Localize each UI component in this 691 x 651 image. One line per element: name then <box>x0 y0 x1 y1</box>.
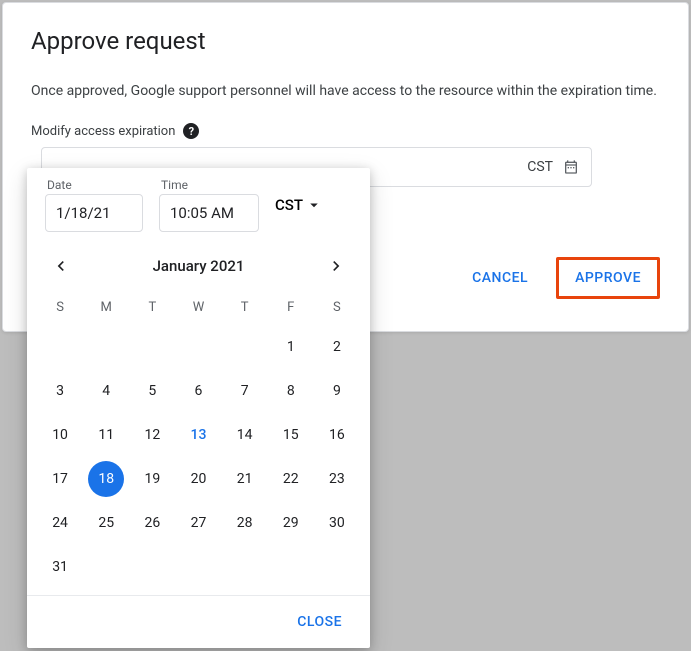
calendar-day[interactable]: 11 <box>83 417 129 453</box>
calendar-day[interactable]: 15 <box>268 417 314 453</box>
calendar-day[interactable]: 30 <box>314 505 360 541</box>
calendar-day[interactable]: 14 <box>222 417 268 453</box>
calendar-day[interactable]: 13 <box>175 417 221 453</box>
chevron-left-icon <box>51 256 71 276</box>
calendar-day[interactable]: 18 <box>88 461 124 497</box>
modal-title: Approve request <box>31 27 660 55</box>
time-input-group: Time <box>159 178 259 232</box>
weekday-header: T <box>222 294 268 321</box>
expiration-label-row: Modify access expiration ? <box>31 123 660 139</box>
date-input-group: Date <box>45 178 143 232</box>
calendar-grid: SMTWTFS123456789101112131415161718192021… <box>27 288 370 595</box>
calendar-empty-cell <box>83 329 129 365</box>
modal-description: Once approved, Google support personnel … <box>31 83 660 99</box>
calendar-empty-cell <box>175 329 221 365</box>
time-input[interactable] <box>159 194 259 232</box>
expiration-label: Modify access expiration <box>31 124 175 139</box>
calendar-day[interactable]: 24 <box>37 505 83 541</box>
calendar-day[interactable]: 19 <box>129 461 175 497</box>
calendar-day[interactable]: 3 <box>37 373 83 409</box>
timezone-text: CST <box>275 196 303 214</box>
calendar-icon <box>563 159 579 175</box>
calendar-day[interactable]: 25 <box>83 505 129 541</box>
weekday-header: T <box>129 294 175 321</box>
weekday-header: F <box>268 294 314 321</box>
calendar-day[interactable]: 8 <box>268 373 314 409</box>
approve-highlight: APPROVE <box>556 257 660 299</box>
weekday-header: S <box>314 294 360 321</box>
calendar-day[interactable]: 6 <box>175 373 221 409</box>
calendar-day[interactable]: 27 <box>175 505 221 541</box>
datepicker-footer: CLOSE <box>27 595 370 648</box>
calendar-day[interactable]: 5 <box>129 373 175 409</box>
help-icon[interactable]: ? <box>183 123 199 139</box>
chevron-right-icon <box>326 256 346 276</box>
calendar-empty-cell <box>129 329 175 365</box>
chevron-down-icon <box>305 196 323 214</box>
calendar-empty-cell <box>37 329 83 365</box>
calendar-day[interactable]: 20 <box>175 461 221 497</box>
calendar-day[interactable]: 10 <box>37 417 83 453</box>
weekday-header: M <box>83 294 129 321</box>
next-month-button[interactable] <box>320 250 352 282</box>
weekday-header: W <box>175 294 221 321</box>
calendar-day[interactable]: 31 <box>37 549 83 585</box>
datepicker-inputs: Date Time CST <box>27 168 370 238</box>
date-label: Date <box>47 178 143 192</box>
calendar-day[interactable]: 17 <box>37 461 83 497</box>
date-input[interactable] <box>45 194 143 232</box>
calendar-day[interactable]: 26 <box>129 505 175 541</box>
month-navigation: January 2021 <box>27 238 370 288</box>
calendar-day[interactable]: 21 <box>222 461 268 497</box>
cancel-button[interactable]: CANCEL <box>456 260 544 296</box>
approve-button[interactable]: APPROVE <box>559 260 657 296</box>
datepicker-popover: Date Time CST January 2021 SMTWTFS123456… <box>27 168 370 648</box>
calendar-empty-cell <box>222 329 268 365</box>
calendar-day[interactable]: 29 <box>268 505 314 541</box>
calendar-day[interactable]: 28 <box>222 505 268 541</box>
timezone-selector[interactable]: CST <box>275 196 323 214</box>
month-title: January 2021 <box>153 257 245 275</box>
close-button[interactable]: CLOSE <box>281 604 358 640</box>
calendar-day[interactable]: 16 <box>314 417 360 453</box>
time-label: Time <box>161 178 259 192</box>
calendar-day[interactable]: 23 <box>314 461 360 497</box>
calendar-day[interactable]: 12 <box>129 417 175 453</box>
calendar-day[interactable]: 1 <box>268 329 314 365</box>
calendar-day[interactable]: 2 <box>314 329 360 365</box>
calendar-day[interactable]: 22 <box>268 461 314 497</box>
prev-month-button[interactable] <box>45 250 77 282</box>
calendar-day[interactable]: 4 <box>83 373 129 409</box>
calendar-day[interactable]: 7 <box>222 373 268 409</box>
timezone-display: CST <box>527 159 553 175</box>
calendar-day[interactable]: 9 <box>314 373 360 409</box>
weekday-header: S <box>37 294 83 321</box>
